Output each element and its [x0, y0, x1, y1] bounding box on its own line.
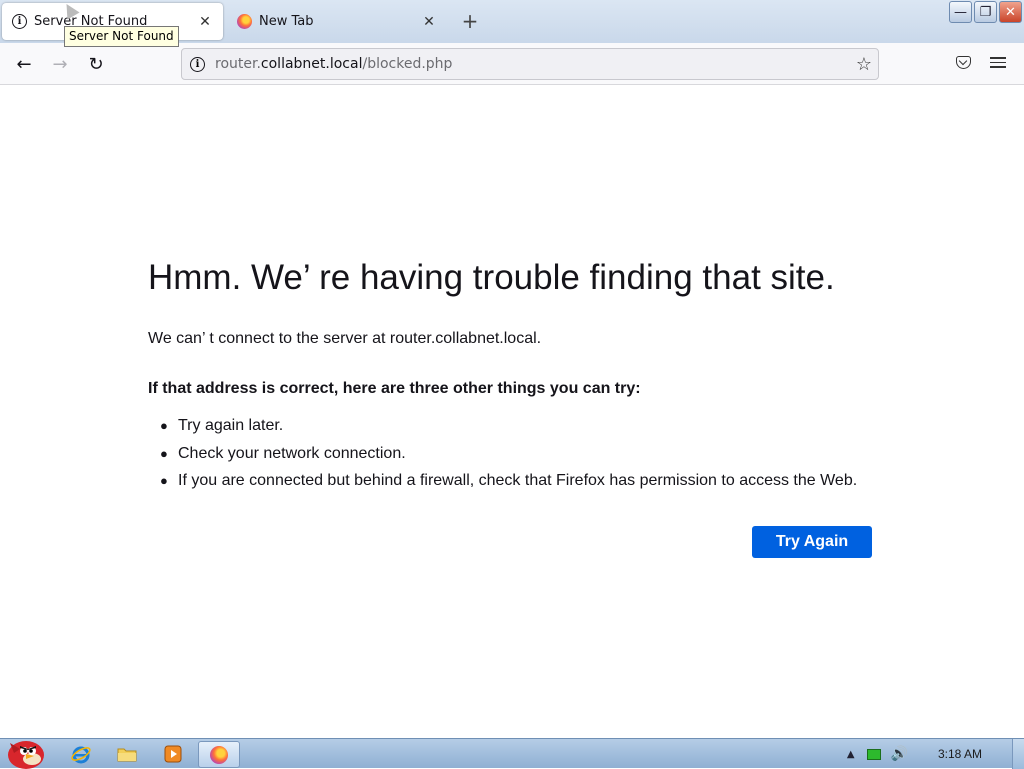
url-path: /blocked.php [362, 56, 453, 72]
restore-button[interactable]: ❐ [974, 1, 997, 23]
url-host: collabnet.local [260, 56, 363, 72]
tip-text: If you are connected but behind a firewa… [178, 472, 858, 489]
try-again-button[interactable]: Try Again [752, 526, 872, 558]
error-description: We can’ t connect to the server at route… [148, 330, 542, 347]
new-tab-button[interactable]: + [461, 10, 479, 32]
list-item: ● If you are connected but behind a firew… [160, 467, 857, 495]
volume-icon[interactable]: 🔊 [891, 746, 908, 762]
start-button[interactable] [4, 731, 48, 769]
tab-close-icon[interactable]: ✕ [421, 14, 437, 30]
bullet-icon: ● [160, 418, 168, 433]
media-player-icon[interactable] [162, 743, 184, 765]
tab-close-icon[interactable]: ✕ [197, 14, 213, 30]
url-bar[interactable]: i router.collabnet.local/blocked.php ☆ [181, 48, 879, 80]
clock[interactable]: 3:18 AM [938, 747, 982, 761]
url-prefix: router. [215, 56, 261, 72]
site-info-icon[interactable]: i [190, 56, 205, 72]
tip-text: Check your network connection. [178, 444, 406, 462]
taskbar: ▲ 🔊 3:18 AM [0, 738, 1024, 769]
chevron-up-icon[interactable]: ▲ [847, 749, 855, 760]
error-title: Hmm. We’ re having trouble finding that … [148, 258, 835, 297]
navigation-toolbar: ← → ↻ i router.collabnet.local/blocked.p… [0, 43, 1024, 85]
internet-explorer-icon[interactable] [70, 743, 92, 765]
bookmark-star-icon[interactable]: ☆ [856, 54, 872, 75]
hamburger-menu-icon[interactable] [990, 54, 1006, 71]
arrow-left-icon: ← [16, 53, 32, 75]
tips-heading: If that address is correct, here are thr… [148, 380, 641, 397]
reload-button[interactable]: ↻ [84, 52, 108, 76]
tips-list: ● Try again later. ● Check your network co… [160, 412, 857, 495]
url-text: router.collabnet.local/blocked.php [215, 56, 452, 72]
window-controls: — ❐ ✕ [949, 1, 1022, 23]
firefox-icon [237, 14, 252, 29]
list-item: ● Try again later. [160, 412, 857, 440]
arrow-right-icon: → [52, 53, 68, 75]
reload-icon: ↻ [88, 53, 104, 75]
tab-tooltip: Server Not Found [64, 26, 179, 47]
forward-button[interactable]: → [48, 52, 72, 76]
list-item: ● Check your network connection. [160, 440, 857, 468]
info-icon: i [12, 14, 27, 29]
tip-text: Try again later. [178, 417, 284, 434]
bullet-icon: ● [160, 473, 168, 488]
tab-label: New Tab [259, 14, 314, 29]
folder-icon[interactable] [116, 743, 138, 765]
taskbar-firefox-button[interactable] [198, 741, 240, 768]
back-button[interactable]: ← [12, 52, 36, 76]
bullet-icon: ● [160, 445, 168, 461]
minimize-button[interactable]: — [949, 1, 972, 23]
close-window-button[interactable]: ✕ [999, 1, 1022, 23]
system-tray: ▲ 🔊 3:18 AM [847, 739, 1024, 769]
firefox-icon [210, 745, 228, 764]
network-icon[interactable] [866, 748, 881, 760]
show-desktop-button[interactable] [1012, 739, 1024, 769]
tab-new-tab[interactable]: New Tab ✕ [227, 3, 447, 40]
